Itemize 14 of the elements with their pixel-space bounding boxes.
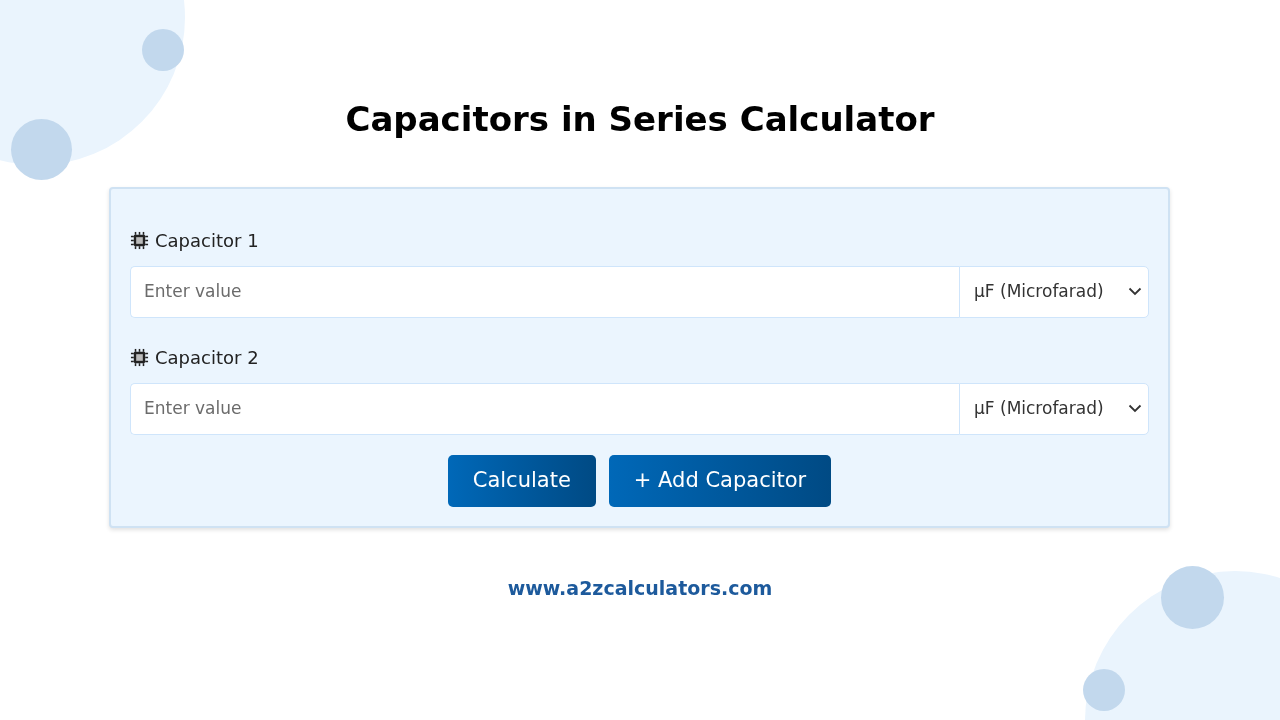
chip-icon xyxy=(130,230,149,250)
unit-dropdown[interactable]: µF (Microfarad) xyxy=(959,265,1149,318)
chip-icon xyxy=(130,347,149,367)
field-label: Capacitor 1 xyxy=(155,228,259,253)
unit-dropdown[interactable]: µF (Microfarad) xyxy=(959,382,1149,435)
chevron-down-icon xyxy=(1128,287,1142,297)
value-input[interactable]: Enter value xyxy=(130,265,959,318)
calculate-button[interactable]: Calculate xyxy=(447,454,596,507)
page-title: Capacitors in Series Calculator xyxy=(345,99,935,140)
value-input[interactable]: Enter value xyxy=(130,382,959,435)
chevron-down-icon xyxy=(1128,404,1142,414)
add-capacitor-button[interactable]: + Add Capacitor xyxy=(608,454,832,507)
field-label: Capacitor 2 xyxy=(155,345,259,370)
website-url: www.a2zcalculators.com xyxy=(506,575,774,601)
